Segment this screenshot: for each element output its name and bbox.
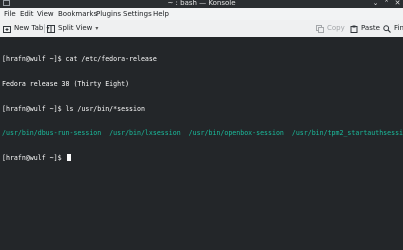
ls-entry: /usr/bin/openbox-session — [188, 129, 284, 138]
menu-bookmarks[interactable]: Bookmarks — [58, 8, 97, 20]
new-tab-button[interactable]: New Tab ▾ — [3, 20, 49, 37]
copy-icon — [316, 24, 324, 33]
menu-edit[interactable]: Edit — [20, 8, 34, 20]
paste-icon — [350, 25, 358, 33]
menu-plugins[interactable]: Plugins — [96, 8, 121, 20]
paste-button[interactable]: Paste — [350, 20, 380, 37]
split-view-button[interactable]: Split View ▾ — [47, 20, 98, 37]
terminal-line: [hrafn@wulf ~]$ ls /usr/bin/*session — [2, 104, 145, 113]
toolbar-separator — [44, 24, 45, 33]
menu-view[interactable]: View — [37, 8, 54, 20]
ls-output-line: /usr/bin/dbus-run-session /usr/bin/lxses… — [2, 129, 403, 137]
split-view-dropdown-icon[interactable]: ▾ — [95, 20, 98, 37]
minimize-icon[interactable]: ⌄ — [372, 0, 379, 7]
maximize-icon[interactable]: ⌃ — [383, 0, 390, 7]
menu-help[interactable]: Help — [153, 8, 169, 20]
find-label: Fin — [394, 24, 403, 32]
prompt: [hrafn@wulf ~]$ — [2, 153, 66, 162]
ls-entry: /usr/bin/tpm2_startauthsession — [291, 129, 403, 138]
ls-entry: /usr/bin/dbus-run-session — [2, 129, 102, 138]
search-icon — [383, 24, 391, 33]
split-view-icon — [47, 24, 55, 33]
ls-entry: /usr/bin/lxsession — [109, 129, 181, 138]
copy-label: Copy — [327, 24, 345, 32]
new-tab-label: New Tab — [14, 24, 44, 32]
split-view-label: Split View — [58, 24, 93, 32]
close-icon[interactable]: ✕ — [394, 0, 401, 7]
terminal-line: Fedora release 38 (Thirty Eight) — [2, 80, 130, 88]
copy-button[interactable]: Copy — [316, 20, 345, 37]
prompt-line: [hrafn@wulf ~]$ — [2, 153, 403, 162]
menu-file[interactable]: File — [4, 8, 16, 20]
window-titlebar[interactable]: ~ : bash — Konsole ⌄ ⌃ ✕ — [0, 0, 403, 8]
terminal-line: [hrafn@wulf ~]$ cat /etc/fedora-release — [2, 55, 157, 64]
find-button[interactable]: Fin — [383, 20, 403, 37]
terminal-output[interactable]: [hrafn@wulf ~]$ cat /etc/fedora-release … — [0, 37, 403, 250]
toolbar: New Tab ▾ Split View ▾ Copy Paste Fin — [0, 20, 403, 38]
window-title: ~ : bash — Konsole — [167, 0, 236, 7]
new-tab-icon — [3, 25, 11, 33]
paste-label: Paste — [361, 24, 380, 32]
text-cursor — [66, 153, 71, 161]
menu-settings[interactable]: Settings — [123, 8, 152, 20]
